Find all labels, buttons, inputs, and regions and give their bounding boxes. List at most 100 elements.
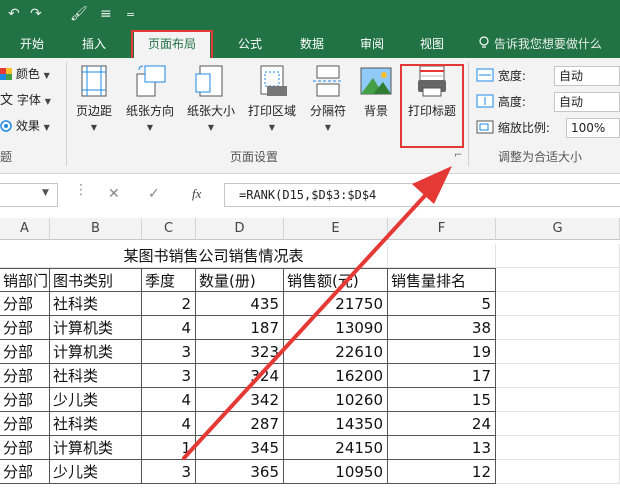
table-cell[interactable]: 19 <box>388 340 496 364</box>
theme-fonts-button[interactable]: 文 字体 ▼ <box>0 90 51 110</box>
cell[interactable] <box>388 244 496 268</box>
table-cell[interactable]: 22610 <box>284 340 388 364</box>
sheet-title-cell[interactable]: 某图书销售公司销售情况表 <box>0 244 388 268</box>
table-cell[interactable]: 少儿类 <box>50 460 142 484</box>
column-header-f[interactable]: F <box>388 218 496 240</box>
table-cell[interactable]: 计算机类 <box>50 436 142 460</box>
cell[interactable] <box>496 316 620 340</box>
format-painter-icon[interactable]: 🖌 <box>70 6 88 22</box>
table-cell[interactable]: 分部 <box>0 364 50 388</box>
table-cell[interactable]: 345 <box>196 436 284 460</box>
table-cell[interactable]: 社科类 <box>50 412 142 436</box>
header-cell-sales[interactable]: 销售额(元) <box>284 268 388 292</box>
table-cell[interactable]: 435 <box>196 292 284 316</box>
table-cell[interactable]: 2 <box>142 292 196 316</box>
table-cell[interactable]: 3 <box>142 460 196 484</box>
table-cell[interactable]: 16200 <box>284 364 388 388</box>
cell[interactable] <box>496 268 620 292</box>
cell[interactable] <box>496 340 620 364</box>
table-cell[interactable]: 4 <box>142 412 196 436</box>
paper-size-button[interactable]: 纸张大小 ▼ <box>182 64 240 133</box>
header-cell-category[interactable]: 图书类别 <box>50 268 142 292</box>
cell[interactable] <box>496 412 620 436</box>
cell[interactable] <box>496 244 620 268</box>
table-cell[interactable]: 少儿类 <box>50 388 142 412</box>
table-cell[interactable]: 10950 <box>284 460 388 484</box>
table-cell[interactable]: 38 <box>388 316 496 340</box>
header-cell-quarter[interactable]: 季度 <box>142 268 196 292</box>
table-cell[interactable]: 4 <box>142 388 196 412</box>
cell[interactable] <box>496 436 620 460</box>
table-cell[interactable]: 323 <box>196 340 284 364</box>
background-button[interactable]: 背景 <box>356 64 396 119</box>
table-cell[interactable]: 365 <box>196 460 284 484</box>
table-cell[interactable]: 分部 <box>0 436 50 460</box>
table-cell[interactable]: 13090 <box>284 316 388 340</box>
table-cell[interactable]: 1 <box>142 436 196 460</box>
cancel-icon[interactable]: ✕ <box>108 186 120 202</box>
table-cell[interactable]: 分部 <box>0 460 50 484</box>
tab-review[interactable]: 审阅 <box>350 30 394 58</box>
orientation-button[interactable]: 纸张方向 ▼ <box>120 64 180 133</box>
header-cell-rank[interactable]: 销售量排名 <box>388 268 496 292</box>
scale-input[interactable]: 100% <box>566 118 620 138</box>
width-select[interactable]: 自动 <box>554 66 620 86</box>
table-cell[interactable]: 10260 <box>284 388 388 412</box>
tab-insert[interactable]: 插入 <box>72 30 116 58</box>
table-cell[interactable]: 24150 <box>284 436 388 460</box>
table-cell[interactable]: 4 <box>142 316 196 340</box>
formula-input[interactable]: =RANK(D15,$D$3:$D$4 <box>224 183 620 207</box>
touch-mode-icon[interactable]: ≡ <box>100 6 112 22</box>
table-cell[interactable]: 13 <box>388 436 496 460</box>
table-cell[interactable]: 324 <box>196 364 284 388</box>
table-cell[interactable]: 分部 <box>0 316 50 340</box>
table-cell[interactable]: 5 <box>388 292 496 316</box>
height-select[interactable]: 自动 <box>554 92 620 112</box>
qat-customize-icon[interactable]: = <box>126 8 135 21</box>
undo-icon[interactable]: ↶ <box>8 6 20 22</box>
table-cell[interactable]: 287 <box>196 412 284 436</box>
table-cell[interactable]: 3 <box>142 364 196 388</box>
table-cell[interactable]: 342 <box>196 388 284 412</box>
table-cell[interactable]: 24 <box>388 412 496 436</box>
margins-button[interactable]: 页边距 ▼ <box>70 64 118 133</box>
tab-data[interactable]: 数据 <box>290 30 334 58</box>
page-setup-launcher-icon[interactable]: ⌐ <box>454 150 462 161</box>
table-cell[interactable]: 分部 <box>0 292 50 316</box>
theme-colors-button[interactable]: 颜色 ▼ <box>0 64 50 84</box>
table-cell[interactable]: 14350 <box>284 412 388 436</box>
redo-icon[interactable]: ↷ <box>30 6 42 22</box>
theme-effects-button[interactable]: 效果 ▼ <box>0 116 50 136</box>
table-cell[interactable]: 计算机类 <box>50 340 142 364</box>
table-cell[interactable]: 12 <box>388 460 496 484</box>
cell[interactable] <box>496 292 620 316</box>
tell-me-box[interactable]: 告诉我您想要做什么 <box>478 30 602 58</box>
tab-home[interactable]: 开始 <box>10 30 54 58</box>
header-cell-dept[interactable]: 销部门 <box>0 268 50 292</box>
column-header-a[interactable]: A <box>0 218 50 240</box>
breaks-button[interactable]: 分隔符 ▼ <box>304 64 352 133</box>
table-cell[interactable]: 17 <box>388 364 496 388</box>
cell[interactable] <box>496 388 620 412</box>
table-cell[interactable]: 21750 <box>284 292 388 316</box>
table-cell[interactable]: 社科类 <box>50 292 142 316</box>
table-cell[interactable]: 计算机类 <box>50 316 142 340</box>
table-cell[interactable]: 分部 <box>0 388 50 412</box>
table-cell[interactable]: 社科类 <box>50 364 142 388</box>
enter-icon[interactable]: ✓ <box>148 186 160 202</box>
cell[interactable] <box>496 460 620 484</box>
tab-formulas[interactable]: 公式 <box>228 30 272 58</box>
table-cell[interactable]: 分部 <box>0 412 50 436</box>
table-cell[interactable]: 3 <box>142 340 196 364</box>
column-header-c[interactable]: C <box>142 218 196 240</box>
column-header-e[interactable]: E <box>284 218 388 240</box>
table-cell[interactable]: 15 <box>388 388 496 412</box>
insert-function-icon[interactable]: fx <box>192 186 201 202</box>
cell[interactable] <box>496 364 620 388</box>
table-cell[interactable]: 187 <box>196 316 284 340</box>
tab-view[interactable]: 视图 <box>410 30 454 58</box>
print-area-button[interactable]: 打印区域 ▼ <box>242 64 302 133</box>
table-cell[interactable]: 分部 <box>0 340 50 364</box>
column-header-d[interactable]: D <box>196 218 284 240</box>
header-cell-quantity[interactable]: 数量(册) <box>196 268 284 292</box>
